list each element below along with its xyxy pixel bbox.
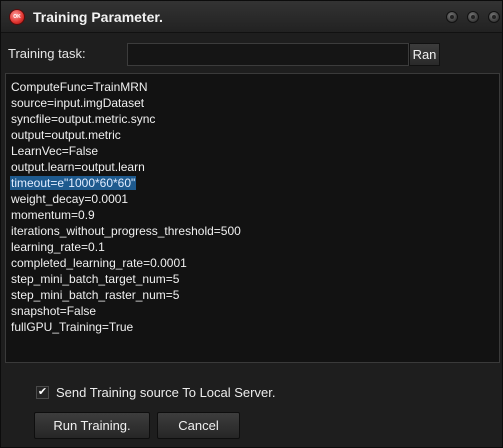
editor-line-text: iterations_without_progress_threshold=50… [11,224,241,238]
editor-line[interactable]: ComputeFunc=TrainMRN [10,79,499,95]
editor-line[interactable]: snapshot=False [10,303,499,319]
editor-line-text: LearnVec=False [11,144,99,158]
editor-line[interactable]: syncfile=output.metric.sync [10,111,499,127]
editor-line[interactable]: weight_decay=0.0001 [10,191,499,207]
editor-line-text: syncfile=output.metric.sync [11,112,156,126]
cancel-button[interactable]: Cancel [157,412,240,439]
editor-line[interactable]: timeout=e"1000*60*60" [10,175,499,191]
editor-line-text: snapshot=False [11,304,97,318]
title-bar[interactable]: OK Training Parameter. [1,1,502,33]
window-title: Training Parameter. [33,9,163,25]
editor-line[interactable]: fullGPU_Training=True [10,319,499,335]
training-task-input[interactable] [127,43,409,66]
minimize-button[interactable] [446,11,458,23]
run-training-button[interactable]: Run Training. [34,412,150,439]
editor-line[interactable]: output=output.metric [10,127,499,143]
training-parameter-window: OK Training Parameter. Training task: Ra… [0,0,503,448]
editor-line[interactable]: output.learn=output.learn [10,159,499,175]
close-button[interactable] [488,11,500,23]
editor-line-text: completed_learning_rate=0.0001 [11,256,187,270]
ran-button[interactable]: Ran [409,43,440,66]
editor-line-text: ComputeFunc=TrainMRN [11,80,148,94]
app-icon: OK [9,9,25,25]
editor-line-text: timeout=e"1000*60*60" [10,176,137,190]
editor-line[interactable]: iterations_without_progress_threshold=50… [10,223,499,239]
editor-line-text: weight_decay=0.0001 [11,192,129,206]
editor-line[interactable]: LearnVec=False [10,143,499,159]
editor-line[interactable]: source=input.imgDataset [10,95,499,111]
editor-line-text: step_mini_batch_target_num=5 [11,272,180,286]
editor-line[interactable]: learning_rate=0.1 [10,239,499,255]
editor-line[interactable]: momentum=0.9 [10,207,499,223]
editor-line-text: fullGPU_Training=True [11,320,134,334]
editor-line[interactable]: step_mini_batch_raster_num=5 [10,287,499,303]
editor-line-text: step_mini_batch_raster_num=5 [11,288,180,302]
editor-line[interactable]: step_mini_batch_target_num=5 [10,271,499,287]
send-source-checkbox[interactable]: ✔ [36,386,49,399]
send-source-label: Send Training source To Local Server. [56,385,276,400]
editor-line-text: output.learn=output.learn [11,160,145,174]
editor-line-text: momentum=0.9 [11,208,95,222]
editor-line-text: output=output.metric [11,128,121,142]
maximize-button[interactable] [467,11,479,23]
editor-line-text: source=input.imgDataset [11,96,145,110]
parameter-editor[interactable]: ComputeFunc=TrainMRN source=input.imgData… [5,73,500,363]
editor-line[interactable]: completed_learning_rate=0.0001 [10,255,499,271]
training-task-row: Training task: Ran [1,37,502,71]
training-task-label: Training task: [8,46,86,61]
editor-line-text: learning_rate=0.1 [11,240,105,254]
